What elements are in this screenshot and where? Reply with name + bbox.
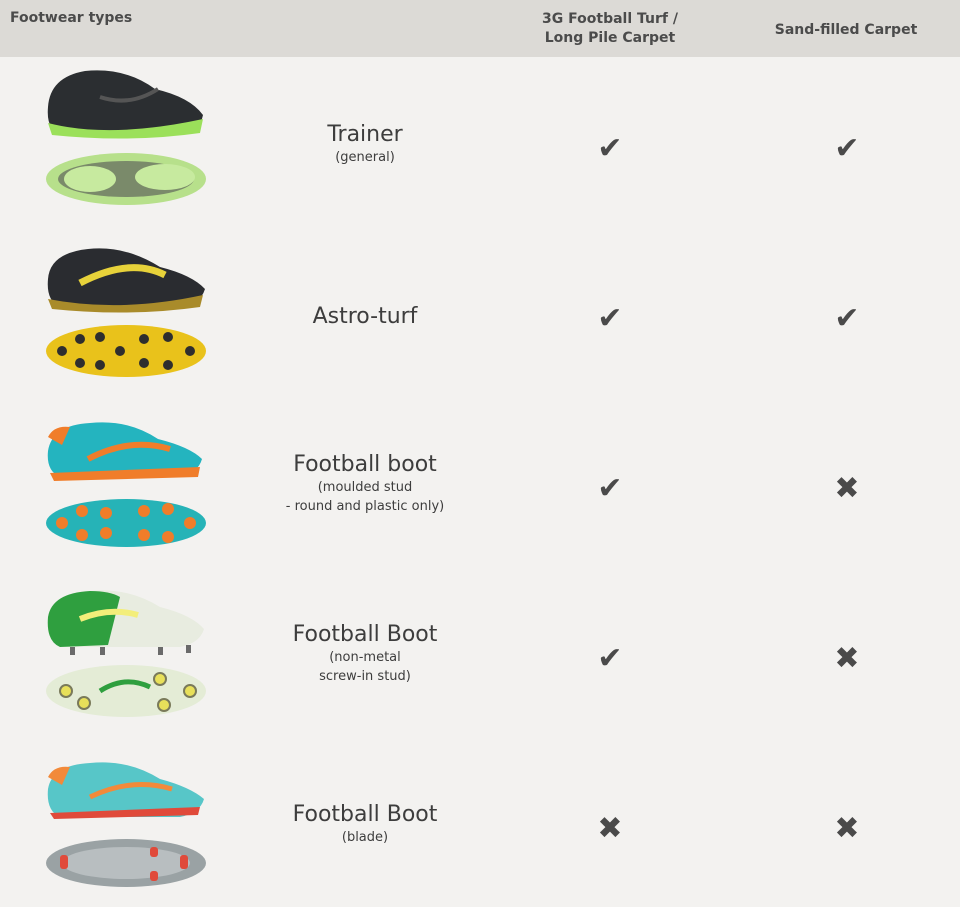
table-row: Football Boot (non-metal screw-in stud) … [0, 567, 960, 737]
footwear-subtitle: (general) [335, 150, 395, 165]
footwear-label: Football Boot (non-metal screw-in stud) [240, 621, 490, 686]
header-footwear-types: Footwear types [10, 10, 133, 26]
football-boot-screw-in-image [40, 567, 210, 737]
cross-icon: ✖ [834, 641, 860, 676]
table-row: Astro-turf ✔ ✔ [0, 227, 960, 397]
footwear-name: Football Boot [292, 622, 438, 647]
footwear-subtitle-2: - round and plastic only) [285, 499, 445, 514]
trainer-shoe-image [40, 57, 210, 227]
cross-icon: ✖ [834, 811, 860, 846]
football-boot-blade-image [40, 737, 210, 907]
table-row: Football boot (moulded stud - round and … [0, 397, 960, 567]
football-boot-moulded-image [40, 397, 210, 567]
footwear-name: Trainer [327, 122, 403, 147]
header-3g-label: 3G Football Turf / Long Pile Carpet [542, 11, 678, 46]
footwear-name: Astro-turf [312, 304, 418, 329]
table-row: Trainer (general) ✔ ✔ [0, 57, 960, 227]
cross-icon: ✖ [834, 471, 860, 506]
check-icon: ✔ [597, 471, 623, 506]
footwear-table: Footwear types 3G Football Turf / Long P… [0, 0, 960, 904]
header-sand-filled-carpet: Sand-filled Carpet [774, 22, 918, 38]
table-row: Football Boot (blade) ✖ ✖ [0, 737, 960, 907]
footwear-name: Football boot [293, 452, 437, 477]
footwear-label: Trainer (general) [240, 121, 490, 167]
check-icon: ✔ [597, 641, 623, 676]
header-3g-football-turf: 3G Football Turf / Long Pile Carpet [500, 10, 720, 48]
check-icon: ✔ [834, 131, 860, 166]
footwear-label: Astro-turf [240, 303, 490, 330]
footwear-subtitle: (moulded stud [317, 480, 413, 495]
footwear-label: Football boot (moulded stud - round and … [240, 451, 490, 516]
cross-icon: ✖ [597, 811, 623, 846]
table-header: Footwear types 3G Football Turf / Long P… [0, 0, 960, 57]
footwear-subtitle: (non-metal [329, 650, 401, 665]
footwear-subtitle: (blade) [341, 830, 389, 845]
check-icon: ✔ [834, 301, 860, 336]
footwear-subtitle-2: screw-in stud) [319, 669, 411, 684]
footwear-name: Football Boot [292, 802, 438, 827]
footwear-label: Football Boot (blade) [240, 801, 490, 847]
check-icon: ✔ [597, 301, 623, 336]
check-icon: ✔ [597, 131, 623, 166]
astro-turf-shoe-image [40, 227, 210, 397]
